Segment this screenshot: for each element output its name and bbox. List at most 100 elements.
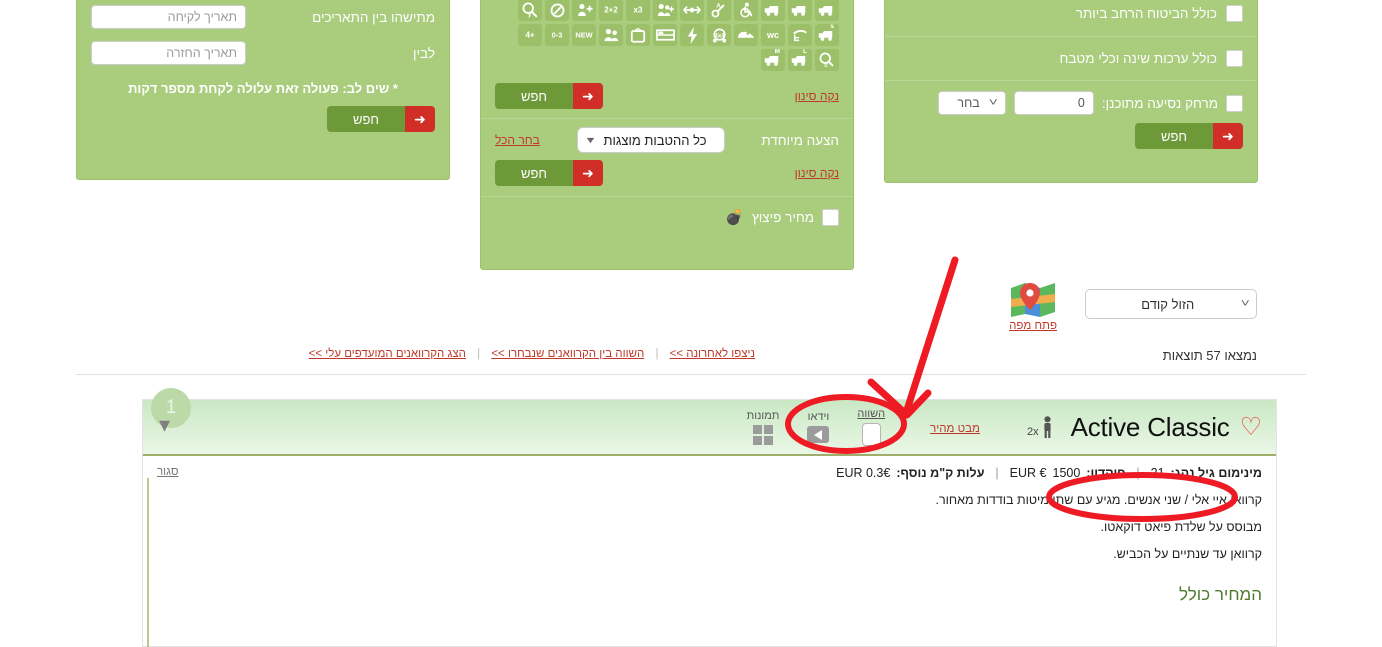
trip-duration-search-button[interactable]: ➜ חפש <box>327 106 435 132</box>
features-filter-panel: Ax3 2+2 y s wc 4x4 NEW 0-3 +4 c L M נקה סינון ➜ חפש… <box>480 0 854 270</box>
plus-4-icon[interactable]: +4 <box>518 24 542 46</box>
chevron-down-icon: ▼ <box>583 135 597 145</box>
clear-filter-link-2[interactable]: נקה סינון <box>795 166 839 180</box>
size-l-icon[interactable]: L <box>788 49 812 71</box>
compare-checkbox[interactable] <box>861 423 881 446</box>
svg-text:4x4: 4x4 <box>714 33 725 39</box>
svg-text:wc: wc <box>766 30 779 40</box>
widest-insurance-checkbox[interactable] <box>1226 5 1243 22</box>
sort-select[interactable]: ˅ הזול קודם <box>1085 289 1257 319</box>
explosion-price-checkbox[interactable] <box>822 209 839 226</box>
svg-text:y: y <box>528 11 532 18</box>
quick-view-link[interactable]: מבט מהיר <box>930 423 980 435</box>
group-icon[interactable] <box>599 24 623 46</box>
shower-icon[interactable] <box>734 24 758 46</box>
svg-text:+4: +4 <box>525 31 534 40</box>
berths-2plus2-icon[interactable]: 2+2 <box>599 0 623 21</box>
tile-letter: L <box>803 49 807 55</box>
result-card: 1 ♡ Active Classic 2x מבט מהיר השווה ויד… <box>142 388 1277 647</box>
close-link[interactable]: סגור <box>157 466 179 478</box>
grid-icon[interactable] <box>753 424 774 445</box>
search-label: חפש <box>1135 123 1213 149</box>
pickup-date-row: מתישהו בין התאריכים תאריך לקיחה <box>91 0 435 35</box>
motorhome-icon[interactable] <box>788 0 812 21</box>
search-year-icon[interactable]: y <box>518 0 542 21</box>
compare-control[interactable]: השווה <box>857 408 885 446</box>
video-control[interactable]: וידאו <box>807 411 830 443</box>
child-seat-icon[interactable] <box>572 0 596 21</box>
bed-icon[interactable] <box>653 24 677 46</box>
open-map-link[interactable]: פתח מפה <box>1009 281 1057 332</box>
arrow-left-icon: ➜ <box>572 83 603 109</box>
play-icon[interactable] <box>807 426 830 443</box>
planned-distance-input[interactable]: 0 <box>1013 91 1094 115</box>
awning-icon[interactable] <box>788 24 812 46</box>
bedding-kitchen-checkbox[interactable] <box>1226 50 1243 67</box>
unlimited-km-icon[interactable] <box>545 0 569 21</box>
four-wheel-drive-icon[interactable]: 4x4 <box>707 24 731 46</box>
tv-icon[interactable] <box>626 24 650 46</box>
results-count: נמצאו 57 תוצאות <box>1162 348 1257 363</box>
special-offer-value: כל ההטבות מוצגות <box>603 132 707 148</box>
wheelchair-accessible-icon[interactable] <box>734 0 758 21</box>
show-favourites-link[interactable]: הצג הקרוואנים המועדפים עלי >> <box>309 348 466 360</box>
distance-unit-select[interactable]: ˅ בחר <box>937 91 1006 115</box>
special-offer-search-button[interactable]: ➜ חפש <box>495 160 603 186</box>
chevron-down-icon[interactable]: ▾ <box>159 414 170 436</box>
trip-duration-filter-panel: משך הטיול ˅ בחר מתישהו בין התאריכים תארי… <box>76 0 450 180</box>
compare-label: השווה <box>857 408 886 420</box>
clear-filter-link-1[interactable]: נקה סינון <box>795 89 839 103</box>
widest-insurance-label: כולל הביטוח הרחב ביותר <box>1075 6 1217 21</box>
planned-distance-label: מרחק נסיעה מתוכנן: <box>1101 95 1218 111</box>
bedding-kitchen-label: כולל ערכות שינה וכלי מטבח <box>1059 51 1217 66</box>
planned-distance-checkbox[interactable] <box>1226 94 1243 112</box>
map-pin-icon <box>1011 283 1056 317</box>
berths-x3-icon[interactable]: x3 <box>626 0 650 21</box>
return-date-placeholder: תאריך החזרה <box>166 46 237 60</box>
age-0-3-icon[interactable]: 0-3 <box>545 24 569 46</box>
distance-search-button[interactable]: ➜ חפש <box>1135 123 1243 149</box>
description-line-2: מבוסס על שלדת פיאט דוקאטו. <box>1100 520 1262 534</box>
special-offer-select[interactable]: כל ההטבות מוצגות ▼ <box>576 127 725 153</box>
electricity-icon[interactable] <box>680 24 704 46</box>
toilet-icon[interactable]: wc <box>761 24 785 46</box>
between-dates-label: מתישהו בין התאריכים <box>312 9 435 25</box>
select-all-link[interactable]: בחר הכל <box>495 133 540 147</box>
svg-text:0-3: 0-3 <box>552 31 563 40</box>
pickup-date-input[interactable]: תאריך לקיחה <box>91 5 246 29</box>
arrow-left-icon: ➜ <box>1213 123 1243 149</box>
video-label: וידאו <box>807 411 830 423</box>
length-icon[interactable] <box>680 0 704 21</box>
arrow-left-icon: ➜ <box>405 106 435 132</box>
berth-count-label: 2x <box>1026 426 1039 438</box>
new-vehicle-icon[interactable]: NEW <box>572 24 596 46</box>
circle-c-icon[interactable]: c <box>815 49 839 71</box>
svg-text:A: A <box>716 2 721 9</box>
size-s-icon[interactable]: s <box>815 24 839 46</box>
open-map-label[interactable]: פתח מפה <box>1009 320 1057 332</box>
feature-icon-grid: Ax3 2+2 y s wc 4x4 NEW 0-3 +4 c L M <box>495 0 839 71</box>
return-date-input[interactable]: תאריך החזרה <box>91 41 246 65</box>
chevron-down-icon: ˅ <box>989 97 999 109</box>
tile-letter: M <box>774 49 780 55</box>
berth-count: 2x <box>1027 416 1055 438</box>
automatic-transmission-icon[interactable]: A <box>707 0 731 21</box>
deposit-value: 1500 <box>1052 466 1081 480</box>
heart-outline-icon[interactable]: ♡ <box>1240 414 1262 440</box>
person-icon <box>1043 416 1051 438</box>
distance-unit-value: בחר <box>957 96 980 110</box>
svg-text:c: c <box>824 62 828 68</box>
features-search-button[interactable]: ➜ חפש <box>495 83 603 109</box>
images-label: תמונות <box>746 409 780 422</box>
search-label: חפש <box>495 83 573 109</box>
svg-text:NEW: NEW <box>575 31 592 40</box>
compare-selected-link[interactable]: השווה בין הקרוואנים שנבחרו >> <box>491 348 644 360</box>
result-card-body: מינימום גיל נהג: 21 | פיקדון: 1500 EUR €… <box>143 456 1276 605</box>
recently-viewed-link[interactable]: ניצפו לאחרונה >> <box>670 348 755 360</box>
campervan-icon[interactable] <box>815 0 839 21</box>
family-icon[interactable] <box>653 0 677 21</box>
toolbar-divider <box>76 374 1306 375</box>
motorhome-alt-icon[interactable] <box>761 0 785 21</box>
size-m-icon[interactable]: M <box>761 49 785 71</box>
images-control[interactable]: תמונות <box>746 409 780 445</box>
